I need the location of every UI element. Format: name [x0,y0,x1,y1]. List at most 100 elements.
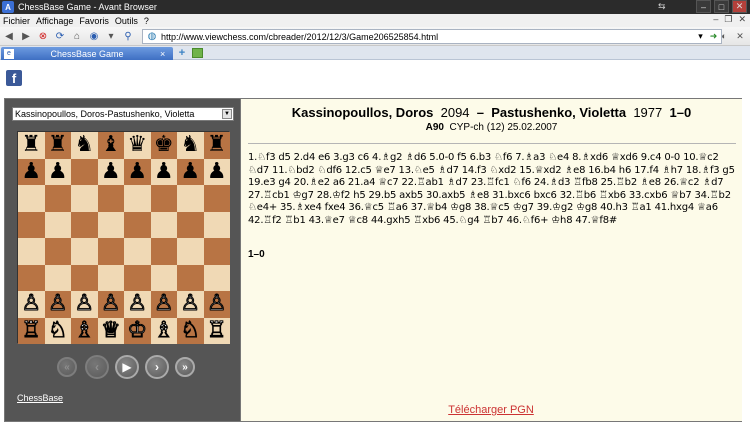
move-list[interactable]: 1.♘f3 d5 2.d4 e6 3.g3 c6 4.♗g2 ♗d6 5.0-0… [248,152,736,227]
board-square[interactable] [71,185,98,212]
swap-icon[interactable]: ⇆ [658,1,672,13]
chess-piece[interactable]: ♙ [47,292,68,315]
board-square[interactable] [177,264,204,291]
chess-piece[interactable]: ♜ [48,134,68,156]
board-square[interactable] [18,211,45,238]
board-square[interactable] [150,211,177,238]
chess-piece[interactable]: ♙ [206,292,227,315]
menu-fichier[interactable]: Fichier [0,16,33,26]
tab-close-icon[interactable]: × [160,49,170,59]
forward-icon[interactable]: ▶ [19,29,33,43]
chess-piece[interactable]: ♖ [21,319,42,342]
board-square[interactable]: ♟ [18,158,45,185]
refresh-icon[interactable]: ⟳ [53,29,67,43]
address-url[interactable]: http://www.viewchess.com/cbreader/2012/1… [161,32,438,42]
board-square[interactable]: ♟ [44,158,71,185]
chess-piece[interactable]: ♟ [101,160,121,183]
home-icon[interactable]: ⌂ [70,29,84,43]
play-button[interactable]: ▶ [115,355,139,379]
chess-piece[interactable]: ♕ [100,319,121,342]
board-square[interactable] [97,264,124,291]
chess-piece[interactable]: ♙ [127,292,148,315]
chess-piece[interactable]: ♗ [153,319,174,342]
toolbar-extra-icon[interactable]: ◐ [718,30,730,42]
board-square[interactable] [203,264,230,291]
chess-piece[interactable]: ♟ [154,160,174,183]
board-square[interactable]: ♗ [71,317,98,344]
board-square[interactable] [18,264,45,291]
board-square[interactable] [71,238,98,265]
chess-piece[interactable]: ♟ [180,160,200,183]
board-square[interactable]: ♟ [97,158,124,185]
board-square[interactable] [44,238,71,265]
board-square[interactable]: ♚ [150,132,177,159]
chess-piece[interactable]: ♟ [48,160,68,183]
chess-piece[interactable]: ♜ [21,134,41,156]
board-square[interactable]: ♙ [203,291,230,318]
chess-piece[interactable]: ♙ [100,292,121,315]
board-square[interactable] [203,238,230,265]
board-square[interactable]: ♙ [97,291,124,318]
chess-piece[interactable]: ♙ [180,292,201,315]
chess-piece[interactable]: ♞ [74,134,94,156]
chess-piece[interactable]: ♖ [206,319,227,342]
menu-close-icon[interactable]: ✕ [738,14,746,25]
board-square[interactable] [97,185,124,212]
board-square[interactable] [177,211,204,238]
board-square[interactable]: ♕ [97,317,124,344]
board-square[interactable]: ♖ [18,317,45,344]
board-square[interactable]: ♔ [124,317,151,344]
stop-icon[interactable]: ⊗ [36,29,50,43]
game-select[interactable]: Kassinopoullos, Doros-Pastushenko, Viole… [12,107,234,121]
chess-piece[interactable]: ♙ [74,292,95,315]
board-square[interactable]: ♞ [71,132,98,159]
chess-piece[interactable]: ♘ [47,319,68,342]
address-bar[interactable]: ◍ http://www.viewchess.com/cbreader/2012… [142,29,722,44]
download-pgn-link[interactable]: Télécharger PGN [241,404,741,416]
board-square[interactable]: ♙ [150,291,177,318]
board-square[interactable] [97,211,124,238]
board-square[interactable]: ♟ [203,158,230,185]
board-square[interactable]: ♟ [124,158,151,185]
tab-chessbase-game[interactable]: e ChessBase Game × [1,47,173,60]
board-square[interactable] [71,264,98,291]
board-square[interactable]: ♙ [177,291,204,318]
chess-piece[interactable]: ♟ [21,160,41,183]
chess-piece[interactable]: ♙ [153,292,174,315]
chess-piece[interactable]: ♛ [127,134,147,156]
board-square[interactable]: ♖ [203,317,230,344]
chess-board[interactable]: ♜ ♜ ♞ ♝ ♛ ♚ ♞ ♜ ♟ ♟ ♟ ♟ ♟ ♟ ♟ ♙ ♙ ♙ ♙ ♙ ♙ ♙ ♙ ♖ ♘ ♗ ♕ ♔ ♗ ♘ ♖ [17,131,230,344]
chess-piece[interactable]: ♔ [127,319,148,342]
facebook-icon[interactable]: f [6,70,22,86]
board-square[interactable]: ♟ [177,158,204,185]
board-square[interactable] [18,185,45,212]
chessbase-link[interactable]: ChessBase [17,393,63,403]
board-square[interactable] [18,238,45,265]
maximize-button[interactable]: □ [714,0,729,13]
board-square[interactable]: ♟ [150,158,177,185]
search-icon[interactable]: ⚲ [121,29,135,43]
board-square[interactable]: ♙ [18,291,45,318]
board-square[interactable] [150,185,177,212]
board-square[interactable]: ♘ [44,317,71,344]
board-square[interactable] [124,185,151,212]
chess-piece[interactable]: ♟ [207,160,227,183]
chess-piece[interactable]: ♚ [154,134,174,156]
new-tab-icon[interactable]: + [176,47,188,59]
first-move-button[interactable]: « [57,357,77,377]
dropdown-icon[interactable]: ▾ [104,29,118,43]
board-square[interactable]: ♙ [44,291,71,318]
board-square[interactable] [177,238,204,265]
board-square[interactable]: ♙ [71,291,98,318]
chevron-down-icon[interactable]: ▼ [222,109,232,119]
addr-dropdown-icon[interactable]: ▾ [695,31,706,42]
board-square[interactable] [177,185,204,212]
menu-restore-icon[interactable]: ❐ [724,14,732,25]
board-square[interactable]: ♙ [124,291,151,318]
tab-tool-icon[interactable] [192,48,203,58]
board-square[interactable] [124,264,151,291]
minimize-button[interactable]: – [696,0,711,13]
board-square[interactable] [71,158,98,185]
board-square[interactable] [203,185,230,212]
chess-piece[interactable]: ♟ [127,160,147,183]
